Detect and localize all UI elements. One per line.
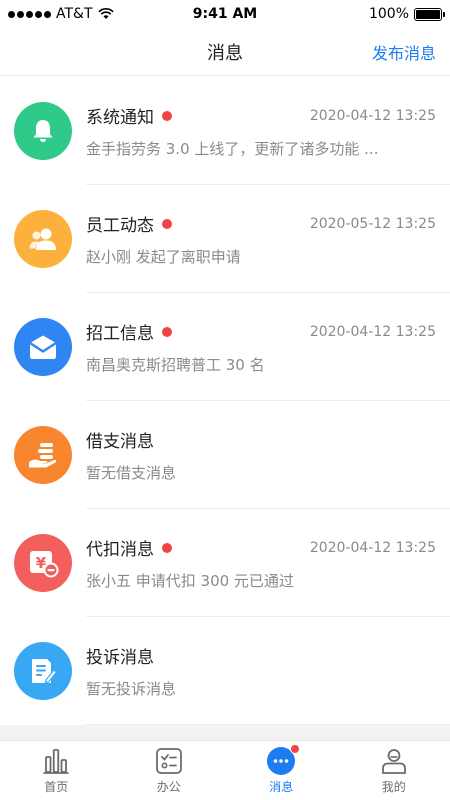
status-left: AT&T (8, 6, 114, 22)
unread-dot (162, 542, 172, 553)
carrier-label: AT&T (56, 6, 93, 22)
tab-label: 办公 (156, 780, 181, 794)
message-preview: 南昌奥克斯招聘普工 30 名 (86, 356, 265, 374)
nav-bar: 消息 发布消息 (0, 28, 450, 76)
yen-minus-icon: ¥ (14, 534, 72, 592)
message-time: 2020-04-12 13:25 (309, 323, 436, 340)
tab-messages[interactable]: 消息 (225, 741, 338, 800)
message-time: 2020-05-12 13:25 (309, 215, 436, 232)
tab-office[interactable]: 办公 (113, 741, 226, 800)
wifi-icon (97, 8, 114, 19)
person-icon (379, 746, 409, 776)
message-item-deduction[interactable]: ¥ 代扣消息 2020-04-12 13:25 张小五 申请代扣 300 元已通… (0, 509, 450, 617)
message-preview: 赵小刚 发起了离职申请 (86, 248, 241, 266)
tab-me[interactable]: 我的 (338, 741, 450, 800)
tab-badge (290, 744, 301, 754)
message-time: 2020-04-12 13:25 (309, 107, 436, 124)
checklist-icon (154, 746, 184, 776)
message-title: 投诉消息 (86, 648, 154, 668)
message-item-staff[interactable]: 员工动态 2020-05-12 13:25 赵小刚 发起了离职申请 (0, 185, 450, 293)
message-item-recruit[interactable]: 招工信息 2020-04-12 13:25 南昌奥克斯招聘普工 30 名 (0, 293, 450, 401)
message-title: 系统通知 (86, 108, 154, 128)
message-preview: 暂无投诉消息 (86, 680, 177, 698)
users-icon (14, 210, 72, 268)
message-title: 招工信息 (86, 324, 154, 344)
document-edit-icon (14, 642, 72, 700)
signal-strength-icon (8, 10, 51, 18)
status-bar: AT&T 9:41 AM 100% (0, 0, 450, 28)
unread-dot (162, 218, 172, 229)
hand-coins-icon (14, 426, 72, 484)
status-right: 100% (368, 6, 445, 22)
tab-label: 我的 (381, 780, 406, 794)
envelope-icon (14, 318, 72, 376)
bar-chart-icon (41, 746, 71, 776)
unread-dot (162, 110, 172, 121)
message-title: 借支消息 (86, 432, 154, 452)
message-list: 系统通知 2020-04-12 13:25 金手指劳务 3.0 上线了，更新了诸… (0, 77, 450, 725)
publish-message-button[interactable]: 发布消息 (372, 40, 436, 64)
message-preview: 张小五 申请代扣 300 元已通过 (86, 572, 294, 590)
unread-dot (162, 326, 172, 337)
page-title: 消息 (207, 42, 243, 64)
tab-home[interactable]: 首页 (0, 741, 113, 800)
message-preview: 暂无借支消息 (86, 464, 177, 482)
tab-label: 首页 (44, 780, 69, 794)
message-item-system[interactable]: 系统通知 2020-04-12 13:25 金手指劳务 3.0 上线了，更新了诸… (0, 77, 450, 185)
chat-bubble-icon (266, 744, 301, 776)
message-time: 2020-04-12 13:25 (309, 539, 436, 556)
bell-icon (14, 102, 72, 160)
list-bottom-gap (0, 725, 450, 740)
battery-percent: 100% (368, 6, 409, 22)
message-preview: 金手指劳务 3.0 上线了，更新了诸多功能 ... (86, 140, 379, 158)
battery-icon (414, 7, 445, 21)
tab-bar: 首页 办公 消息 我的 (0, 740, 450, 800)
message-title: 代扣消息 (86, 540, 154, 560)
tab-label: 消息 (269, 780, 294, 794)
message-item-advance[interactable]: 借支消息 暂无借支消息 (0, 401, 450, 509)
message-item-complaint[interactable]: 投诉消息 暂无投诉消息 (0, 617, 450, 725)
message-title: 员工动态 (86, 216, 154, 236)
